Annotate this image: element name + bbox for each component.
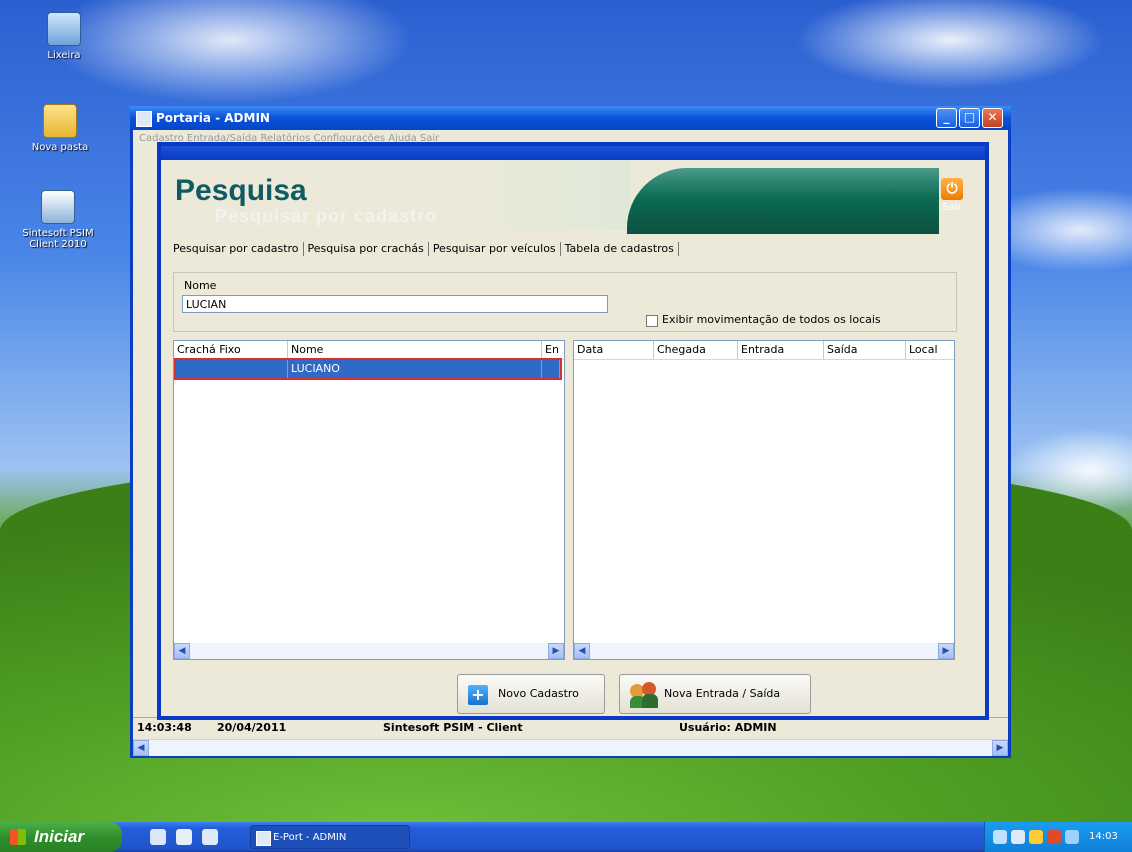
header-decoration xyxy=(627,168,939,234)
column-header-saida[interactable]: Saída xyxy=(824,341,906,359)
column-header-cracha[interactable]: Crachá Fixo xyxy=(174,341,288,359)
status-time: 14:03:48 xyxy=(137,721,192,734)
quicklaunch-app-icon[interactable] xyxy=(202,829,218,845)
scroll-right-icon[interactable]: ▶ xyxy=(548,643,564,659)
column-header-local[interactable]: Local xyxy=(906,341,954,359)
app-shortcut-icon xyxy=(41,190,75,224)
status-app: Sintesoft PSIM - Client xyxy=(383,721,523,734)
desktop-icon-label: Nova pasta xyxy=(31,142,89,153)
tray-network-icon[interactable] xyxy=(1065,830,1079,844)
cell-cracha xyxy=(176,360,288,378)
desktop-icon-trash[interactable]: Lixeira xyxy=(16,12,112,61)
results-grid-scrollbar[interactable]: ◀ ▶ xyxy=(174,643,564,659)
tray-app-icon[interactable] xyxy=(1011,830,1025,844)
results-grid-header: Crachá Fixo Nome En xyxy=(174,341,564,360)
desktop-icon-folder[interactable]: Nova pasta xyxy=(12,104,108,153)
movements-grid-header: Data Chegada Entrada Saída Local xyxy=(574,341,954,360)
dialog-subtitle: Pesquisar por cadastro xyxy=(215,206,438,226)
new-entry-exit-button[interactable]: Nova Entrada / Saída xyxy=(619,674,811,714)
status-bar: 14:03:48 20/04/2011 Sintesoft PSIM - Cli… xyxy=(133,717,1008,738)
tab-tabela-cadastros[interactable]: Tabela de cadastros xyxy=(561,242,679,256)
tray-shield-icon[interactable] xyxy=(1029,830,1043,844)
start-label: Iniciar xyxy=(34,827,85,846)
new-registration-label: Novo Cadastro xyxy=(498,687,579,700)
app-icon xyxy=(136,111,152,127)
taskbar-item-label: E-Port - ADMIN xyxy=(273,832,347,843)
tab-pesquisa-crachas[interactable]: Pesquisa por crachás xyxy=(304,242,429,256)
cell-en xyxy=(542,360,560,378)
column-header-data[interactable]: Data xyxy=(574,341,654,359)
add-icon: + xyxy=(468,685,488,705)
status-user: Usuário: ADMIN xyxy=(679,721,777,734)
dialog-title-strip xyxy=(161,146,985,160)
results-grid[interactable]: Crachá Fixo Nome En LUCIANO ◀ ▶ xyxy=(173,340,565,660)
folder-icon xyxy=(43,104,77,138)
scroll-left-icon[interactable]: ◀ xyxy=(574,643,590,659)
quicklaunch-desktop-icon[interactable] xyxy=(176,829,192,845)
show-all-locations-label: Exibir movimentação de todos os locais xyxy=(662,313,881,326)
minimize-button[interactable]: _ xyxy=(936,108,957,128)
scroll-right-icon[interactable]: ▶ xyxy=(992,740,1008,756)
start-button[interactable]: Iniciar xyxy=(0,822,122,852)
movements-grid-scrollbar[interactable]: ◀ ▶ xyxy=(574,643,954,659)
maximize-button[interactable]: □ xyxy=(959,108,980,128)
window-horizontal-scrollbar[interactable]: ◀ ▶ xyxy=(133,739,1008,756)
dialog-title: Pesquisa xyxy=(175,174,307,207)
column-header-nome[interactable]: Nome xyxy=(288,341,542,359)
movements-grid[interactable]: Data Chegada Entrada Saída Local ◀ ▶ xyxy=(573,340,955,660)
name-search-input[interactable] xyxy=(182,295,608,313)
system-tray: 14:03 xyxy=(984,822,1132,852)
windows-logo-icon xyxy=(10,829,26,845)
exit-button[interactable]: ⏻ Sair xyxy=(937,178,967,230)
quicklaunch-ie-icon[interactable] xyxy=(150,829,166,845)
scroll-left-icon[interactable]: ◀ xyxy=(133,740,149,756)
search-dialog: Pesquisa Pesquisar por cadastro ⏻ Sair P… xyxy=(157,142,989,720)
exit-label: Sair xyxy=(942,202,962,213)
scroll-left-icon[interactable]: ◀ xyxy=(174,643,190,659)
desktop-icon-label: Lixeira xyxy=(47,50,81,61)
tray-expand-icon[interactable] xyxy=(993,830,1007,844)
search-group: Nome Exibir movimentação de todos os loc… xyxy=(173,272,957,332)
recycle-bin-icon xyxy=(47,12,81,46)
taskbar-item-eport[interactable]: E-Port - ADMIN xyxy=(250,825,410,849)
column-header-entrada[interactable]: Entrada xyxy=(738,341,824,359)
tray-clock[interactable]: 14:03 xyxy=(1089,822,1118,852)
scroll-right-icon[interactable]: ▶ xyxy=(938,643,954,659)
show-all-locations-checkbox[interactable] xyxy=(646,315,658,327)
tab-bar: Pesquisar por cadastro Pesquisa por crach… xyxy=(169,242,679,256)
name-label: Nome xyxy=(184,279,217,292)
column-header-en[interactable]: En xyxy=(542,341,564,359)
people-icon xyxy=(630,682,660,708)
taskbar: Iniciar E-Port - ADMIN 14:03 xyxy=(0,822,1132,852)
power-icon: ⏻ xyxy=(941,178,963,200)
new-entry-exit-label: Nova Entrada / Saída xyxy=(664,687,781,700)
tray-antivirus-icon[interactable] xyxy=(1047,830,1061,844)
cell-nome: LUCIANO xyxy=(288,360,542,378)
new-registration-button[interactable]: + Novo Cadastro xyxy=(457,674,605,714)
app-icon xyxy=(256,831,271,846)
column-header-chegada[interactable]: Chegada xyxy=(654,341,738,359)
tab-pesquisar-veiculos[interactable]: Pesquisar por veículos xyxy=(429,242,561,256)
tab-pesquisar-cadastro[interactable]: Pesquisar por cadastro xyxy=(169,242,304,256)
desktop-icon-psim[interactable]: Sintesoft PSIM Client 2010 xyxy=(8,190,108,250)
window-title: Portaria - ADMIN xyxy=(156,111,270,125)
status-date: 20/04/2011 xyxy=(217,721,287,734)
close-button[interactable]: ✕ xyxy=(982,108,1003,128)
table-row[interactable]: LUCIANO xyxy=(174,358,562,380)
desktop-icon-label: Sintesoft PSIM Client 2010 xyxy=(22,228,94,250)
window-titlebar[interactable]: Portaria - ADMIN _ □ ✕ xyxy=(130,106,1011,130)
